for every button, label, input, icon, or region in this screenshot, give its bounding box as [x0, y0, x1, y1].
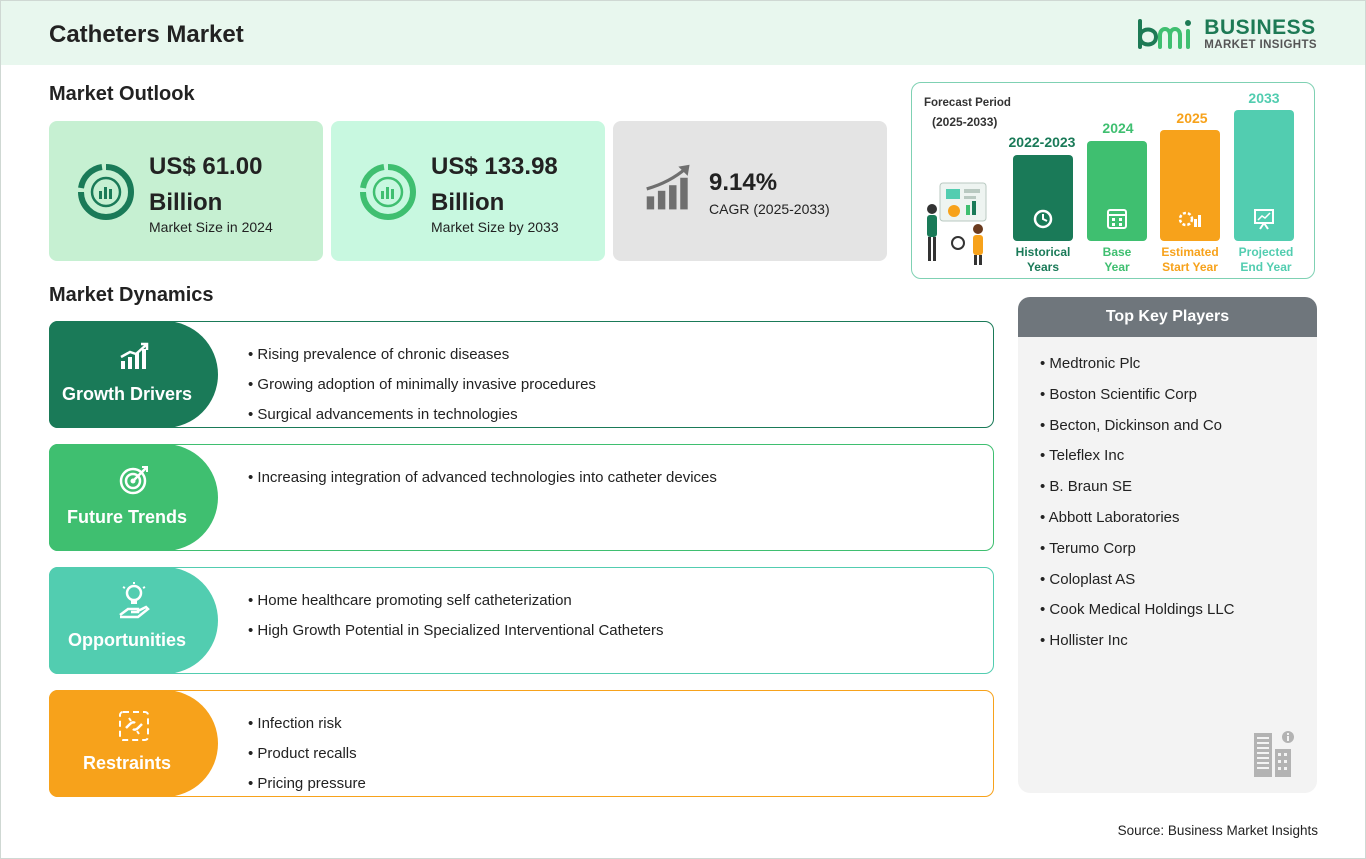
dynamics-list: Home healthcare promoting self catheteri… — [248, 586, 663, 646]
list-item: Boston Scientific Corp — [1040, 380, 1235, 411]
forecast-period-range: (2025-2033) — [932, 115, 998, 129]
list-item: Terumo Corp — [1040, 534, 1235, 565]
timeline-bar-base — [1087, 141, 1147, 241]
list-item: Rising prevalence of chronic diseases — [248, 340, 596, 370]
list-item: Hollister Inc — [1040, 626, 1235, 657]
top-key-players-panel: Top Key Players Medtronic Plc Boston Sci… — [1018, 297, 1317, 793]
timeline-label: Estimated Start Year — [1161, 245, 1219, 274]
dynamics-block-opportunities: Opportunities Home healthcare promoting … — [49, 567, 994, 674]
list-item: Product recalls — [248, 739, 366, 769]
list-item: B. Braun SE — [1040, 472, 1235, 503]
timeline-bar-historical — [1013, 155, 1073, 241]
timeline-label: Historical Years — [1015, 245, 1071, 274]
dynamics-list: Rising prevalence of chronic diseases Gr… — [248, 340, 596, 430]
dynamics-block-growth-drivers: Growth Drivers Rising prevalence of chro… — [49, 321, 994, 428]
list-item: Pricing pressure — [248, 769, 365, 799]
stat-card-cagr: 9.14% CAGR (2025-2033) — [613, 121, 887, 261]
gear-chart-icon — [1178, 211, 1201, 227]
dynamics-tab-title: Future Trends — [66, 507, 187, 527]
list-item: Growing adoption of minimally invasive p… — [248, 370, 596, 400]
dynamics-block-future-trends: Future Trends Increasing integration of … — [49, 444, 994, 551]
stat-value: US$ 61.00 Billion — [149, 149, 262, 221]
source-note: Source: Business Market Insights — [1117, 823, 1318, 838]
market-outlook-title: Market Outlook — [49, 83, 195, 105]
dynamics-tab: Future Trends — [49, 444, 218, 551]
dynamics-tab-title: Growth Drivers — [61, 384, 193, 404]
top-key-players-title: Top Key Players — [1018, 297, 1317, 337]
timeline-year: 2025 — [1176, 110, 1208, 126]
target-icon — [119, 466, 148, 495]
stat-line1: US$ 133.98 — [431, 153, 558, 180]
list-item: High Growth Potential in Specialized Int… — [248, 616, 663, 646]
stat-value: US$ 133.98 Billion — [431, 149, 558, 221]
list-item: Increasing integration of advanced techn… — [248, 463, 716, 493]
stat-line2: Billion — [149, 189, 223, 216]
logo-line2: MARKET INSIGHTS — [1204, 38, 1317, 51]
players-list: Medtronic Plc Boston Scientific Corp Bec… — [1040, 349, 1235, 657]
growth-bars-icon — [646, 164, 690, 210]
list-item: Coloplast AS — [1040, 565, 1235, 596]
stat-card-market-size-2024: US$ 61.00 Billion Market Size in 2024 — [49, 121, 323, 261]
dynamics-list: Increasing integration of advanced techn… — [248, 463, 716, 493]
broken-chain-icon — [118, 711, 149, 741]
timeline-bar-projected — [1234, 110, 1294, 241]
stat-line2: Billion — [431, 189, 505, 216]
list-item: Becton, Dickinson and Co — [1040, 411, 1235, 442]
dynamics-block-restraints: Restraints Infection risk Product recall… — [49, 690, 994, 797]
calendar-icon — [1107, 209, 1127, 229]
page-header: Catheters Market BUSINESS MARKET INSIGHT… — [1, 1, 1365, 65]
cagr-value: 9.14% — [709, 169, 778, 196]
forecast-timeline: Forecast Period (2025-2033) 2022-2023 Hi… — [911, 82, 1315, 279]
stat-card-market-size-2033: US$ 133.98 Billion Market Size by 2033 — [331, 121, 605, 261]
dynamics-tab-title: Opportunities — [68, 630, 186, 650]
bmi-logo-mark-icon — [1138, 19, 1192, 49]
dynamics-list: Infection risk Product recalls Pricing p… — [248, 709, 366, 799]
timeline-year: 2022-2023 — [1008, 134, 1076, 150]
market-dynamics-title: Market Dynamics — [49, 284, 214, 306]
timeline-year: 2024 — [1102, 120, 1134, 136]
forecast-period-label: Forecast Period — [924, 97, 1011, 109]
timeline-bar-estimated — [1160, 130, 1220, 241]
list-item: Infection risk — [248, 709, 366, 739]
growth-chart-icon — [119, 342, 148, 369]
chart-donut-icon — [360, 164, 416, 220]
logo-line1: BUSINESS — [1204, 15, 1316, 39]
list-item: Cook Medical Holdings LLC — [1040, 595, 1234, 626]
list-item: Home healthcare promoting self catheteri… — [248, 586, 663, 616]
page-title: Catheters Market — [49, 21, 244, 48]
dynamics-tab: Restraints — [49, 690, 218, 797]
dynamics-tab: Opportunities — [49, 567, 218, 674]
dynamics-tab-title: Restraints — [82, 753, 172, 773]
timeline-year: 2033 — [1248, 90, 1280, 106]
list-item: Teleflex Inc — [1040, 441, 1235, 472]
timeline-label: Projected End Year — [1238, 245, 1294, 274]
stat-caption: Market Size by 2033 — [431, 219, 559, 235]
history-icon — [1033, 209, 1053, 229]
stat-caption: CAGR (2025-2033) — [709, 201, 830, 217]
dynamics-tab: Growth Drivers — [49, 321, 218, 428]
chart-donut-icon — [78, 164, 134, 220]
timeline-label: Base Year — [1102, 245, 1132, 274]
analysts-illustration-icon — [927, 182, 987, 265]
presentation-icon — [1254, 209, 1274, 230]
bmi-logo: BUSINESS MARKET INSIGHTS — [1136, 15, 1317, 53]
stat-line1: US$ 61.00 — [149, 153, 263, 180]
lightbulb-hand-icon — [118, 582, 150, 619]
list-item: Surgical advancements in technologies — [248, 400, 596, 430]
stat-caption: Market Size in 2024 — [149, 219, 273, 235]
list-item: Abbott Laboratories — [1040, 503, 1235, 534]
list-item: Medtronic Plc — [1040, 349, 1235, 380]
building-icon — [1254, 731, 1294, 777]
